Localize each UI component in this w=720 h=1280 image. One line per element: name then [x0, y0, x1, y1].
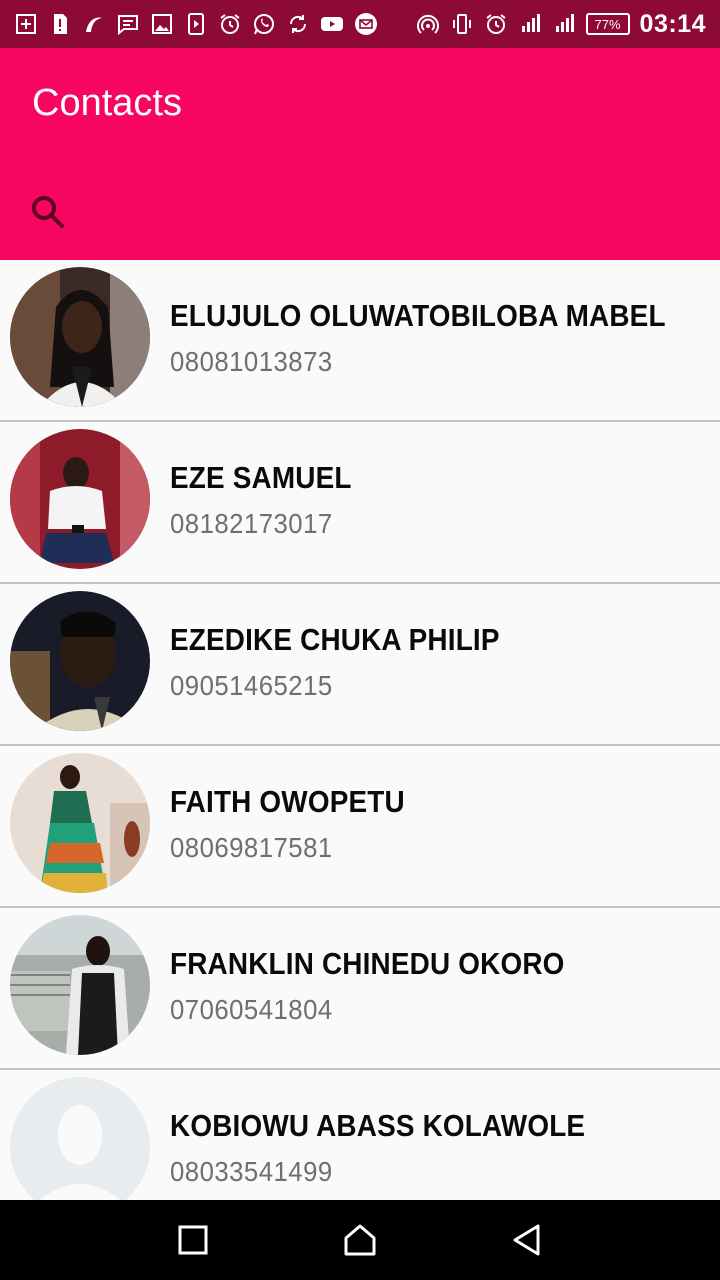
contact-name: EZEDIKE CHUKA PHILIP: [170, 622, 500, 657]
alarm-icon: [484, 12, 508, 36]
hotspot-icon: [82, 12, 106, 36]
contact-item[interactable]: FRANKLIN CHINEDU OKORO 07060541804: [0, 908, 720, 1070]
contact-phone: 08081013873: [170, 346, 333, 377]
back-button[interactable]: [503, 1216, 551, 1264]
hotspot-signal-icon: [416, 12, 440, 36]
alarm-icon: [218, 12, 242, 36]
avatar: [10, 915, 150, 1055]
contact-item[interactable]: ELUJULO OLUWATOBILOBA MABEL 08081013873: [0, 260, 720, 422]
search-bar: [0, 160, 720, 260]
status-bar: 77% 03:14: [0, 0, 720, 48]
avatar: [10, 429, 150, 569]
signal-icon: [552, 12, 576, 36]
mail-icon: [354, 12, 378, 36]
sim-alert-icon: [48, 12, 72, 36]
signal-3g-icon: [518, 12, 542, 36]
contact-item[interactable]: FAITH OWOPETU 08069817581: [0, 746, 720, 908]
navigation-bar: [0, 1200, 720, 1280]
contact-phone: 09051465215: [170, 670, 333, 701]
video-icon: [184, 12, 208, 36]
status-bar-notifications: [14, 12, 378, 36]
youtube-icon: [320, 12, 344, 36]
contact-name: ELUJULO OLUWATOBILOBA MABEL: [170, 298, 666, 333]
add-box-icon: [14, 12, 38, 36]
contact-name: FRANKLIN CHINEDU OKORO: [170, 946, 565, 981]
avatar: [10, 591, 150, 731]
avatar: [10, 267, 150, 407]
whatsapp-icon: [252, 12, 276, 36]
battery-indicator: 77%: [585, 13, 630, 35]
contact-name: KOBIOWU ABASS KOLAWOLE: [170, 1108, 586, 1143]
clock: 03:14: [639, 9, 706, 38]
contact-phone: 08069817581: [170, 832, 333, 863]
avatar: [10, 1077, 150, 1200]
contact-item[interactable]: EZEDIKE CHUKA PHILIP 09051465215: [0, 584, 720, 746]
contact-phone: 08182173017: [170, 508, 333, 539]
message-icon: [116, 12, 140, 36]
recents-icon: [178, 1225, 208, 1255]
contact-item[interactable]: KOBIOWU ABASS KOLAWOLE 08033541499: [0, 1070, 720, 1200]
contact-phone: 07060541804: [170, 994, 333, 1025]
sync-icon: [286, 12, 310, 36]
status-bar-system: 77% 03:14: [416, 10, 706, 39]
contact-name: FAITH OWOPETU: [170, 784, 405, 819]
search-input[interactable]: [86, 186, 686, 234]
recents-button[interactable]: [169, 1216, 217, 1264]
home-button[interactable]: [336, 1216, 384, 1264]
contact-name: EZE SAMUEL: [170, 460, 352, 495]
contact-item[interactable]: EZE SAMUEL 08182173017: [0, 422, 720, 584]
vibrate-icon: [450, 12, 474, 36]
home-icon: [344, 1224, 376, 1256]
contact-list[interactable]: ELUJULO OLUWATOBILOBA MABEL 08081013873 …: [0, 260, 720, 1200]
page-title: Contacts: [32, 82, 182, 124]
avatar: [10, 753, 150, 893]
back-icon: [513, 1224, 540, 1256]
search-icon[interactable]: [28, 192, 68, 232]
app-bar: Contacts: [0, 48, 720, 160]
gallery-icon: [150, 12, 174, 36]
contact-phone: 08033541499: [170, 1156, 333, 1187]
